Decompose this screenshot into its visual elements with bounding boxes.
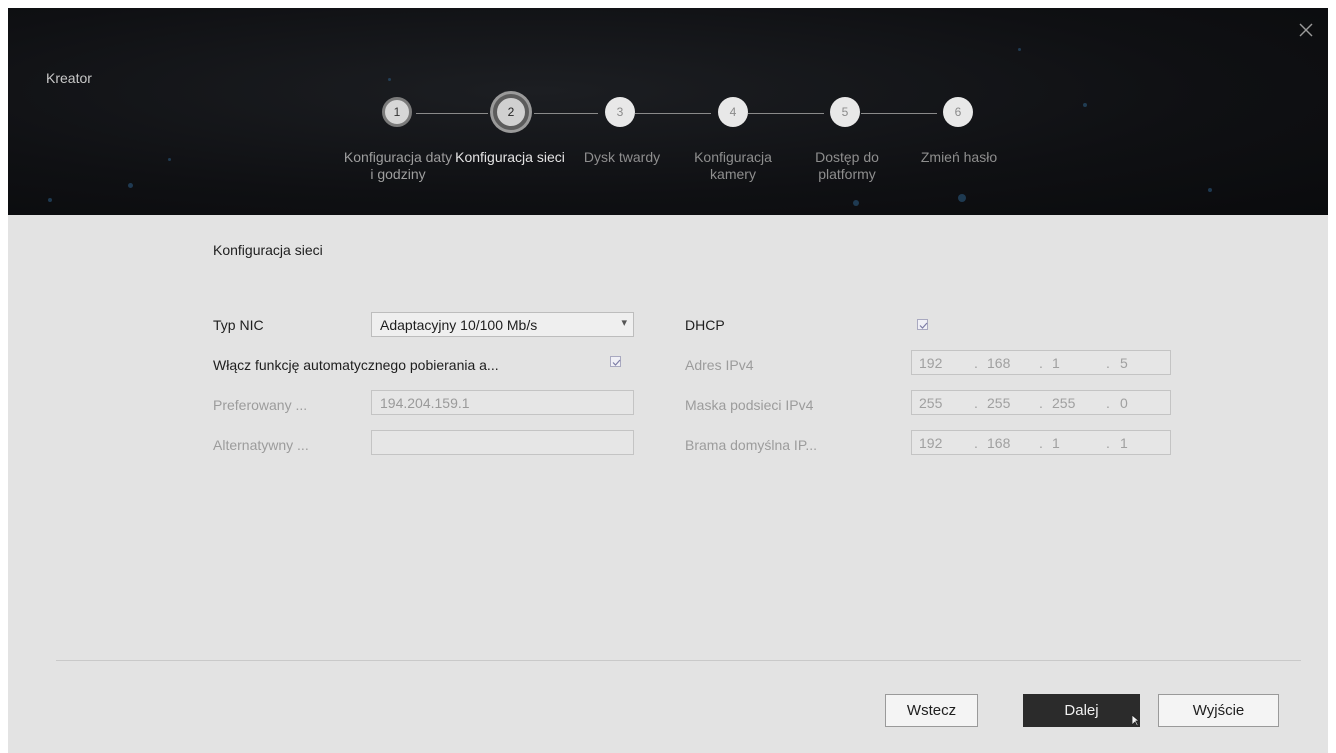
preferred-dns-label: Preferowany ...: [213, 397, 308, 413]
step-number: 2: [507, 105, 515, 119]
step-6-label: Zmień hasło: [920, 149, 998, 165]
ipv4-gateway-label: Brama domyślna IP...: [685, 437, 818, 453]
ip-octet: 255: [987, 394, 1011, 411]
exit-button[interactable]: Wyjście: [1158, 694, 1279, 727]
step-1-indicator[interactable]: 1: [382, 97, 412, 127]
ip-octet: 5: [1120, 354, 1128, 371]
wizard-header: Kreator 1 2 3 4 5 6 Konfiguracja daty i …: [8, 8, 1328, 215]
ip-octet: 1: [1052, 434, 1060, 451]
wizard-title: Kreator: [46, 70, 92, 86]
close-icon: [1299, 23, 1313, 37]
ip-octet: 1: [1120, 434, 1128, 451]
ip-dot: .: [1106, 434, 1110, 451]
step-connector: [416, 113, 488, 114]
preferred-dns-field[interactable]: 194.204.159.1: [371, 390, 634, 415]
close-button[interactable]: [1294, 18, 1318, 42]
ip-octet: 168: [987, 354, 1011, 371]
nic-type-value: Adaptacyjny 10/100 Mb/s: [380, 316, 538, 333]
ipv4-address-label: Adres IPv4: [685, 357, 754, 373]
back-button[interactable]: Wstecz: [885, 694, 978, 727]
ipv4-mask-label: Maska podsieci IPv4: [685, 397, 814, 413]
ip-dot: .: [1106, 354, 1110, 371]
step-connector: [635, 113, 711, 114]
checkmark-icon: [919, 322, 928, 329]
ip-octet: 255: [1052, 394, 1076, 411]
step-connector: [534, 113, 598, 114]
ipv4-gateway-field[interactable]: 192 . 168 . 1 . 1: [911, 430, 1171, 455]
step-2-label: Konfiguracja sieci: [455, 149, 565, 165]
background-speck: [1208, 188, 1212, 192]
nic-type-select[interactable]: Adaptacyjny 10/100 Mb/s ▾: [371, 312, 634, 337]
ip-dot: .: [1039, 434, 1043, 451]
background-speck: [168, 158, 171, 161]
step-4-label: Konfiguracja kamery: [694, 149, 772, 182]
mouse-cursor-icon: [1132, 715, 1140, 727]
section-title: Konfiguracja sieci: [213, 242, 323, 258]
step-connector: [861, 113, 937, 114]
auto-dns-label: Włącz funkcję automatycznego pobierania …: [213, 357, 499, 373]
step-5-indicator[interactable]: 5: [830, 97, 860, 127]
step-1-label: Konfiguracja daty i godziny: [343, 149, 453, 182]
background-speck: [388, 78, 391, 81]
preferred-dns-value: 194.204.159.1: [380, 394, 470, 411]
ipv4-mask-field[interactable]: 255 . 255 . 255 . 0: [911, 390, 1171, 415]
dhcp-checkbox[interactable]: [917, 319, 928, 330]
step-number: 4: [729, 105, 737, 119]
background-speck: [958, 194, 966, 202]
alternate-dns-field[interactable]: [371, 430, 634, 455]
ip-octet: 168: [987, 434, 1011, 451]
background-speck: [128, 183, 133, 188]
background-speck: [48, 198, 52, 202]
next-button[interactable]: Dalej: [1023, 694, 1140, 727]
checkmark-icon: [612, 359, 621, 366]
background-speck: [853, 200, 859, 206]
step-6-indicator[interactable]: 6: [943, 97, 973, 127]
ip-dot: .: [1039, 354, 1043, 371]
step-connector: [748, 113, 824, 114]
ip-dot: .: [974, 434, 978, 451]
step-number: 3: [616, 105, 624, 119]
step-4-indicator[interactable]: 4: [718, 97, 748, 127]
dhcp-label: DHCP: [685, 317, 725, 333]
ip-octet: 1: [1052, 354, 1060, 371]
ip-dot: .: [1039, 394, 1043, 411]
ip-dot: .: [974, 354, 978, 371]
ip-dot: .: [1106, 394, 1110, 411]
step-number: 1: [393, 105, 401, 119]
background-speck: [1083, 103, 1087, 107]
ip-octet: 192: [919, 354, 943, 371]
step-5-label: Dostęp do platformy: [815, 149, 879, 182]
ip-octet: 255: [919, 394, 943, 411]
wizard-window: Kreator 1 2 3 4 5 6 Konfiguracja daty i …: [8, 8, 1328, 753]
chevron-down-icon: ▾: [621, 317, 627, 329]
step-2-indicator[interactable]: 2: [493, 94, 529, 130]
footer-divider: [56, 660, 1301, 661]
ip-dot: .: [974, 394, 978, 411]
nic-type-label: Typ NIC: [213, 317, 264, 333]
ip-octet: 192: [919, 434, 943, 451]
step-number: 5: [841, 105, 849, 119]
ip-octet: 0: [1120, 394, 1128, 411]
alternate-dns-label: Alternatywny ...: [213, 437, 309, 453]
ipv4-address-field[interactable]: 192 . 168 . 1 . 5: [911, 350, 1171, 375]
step-number: 6: [954, 105, 962, 119]
background-speck: [1018, 48, 1021, 51]
step-3-label: Dysk twardy: [583, 149, 661, 165]
auto-dns-checkbox[interactable]: [610, 356, 621, 367]
step-3-indicator[interactable]: 3: [605, 97, 635, 127]
